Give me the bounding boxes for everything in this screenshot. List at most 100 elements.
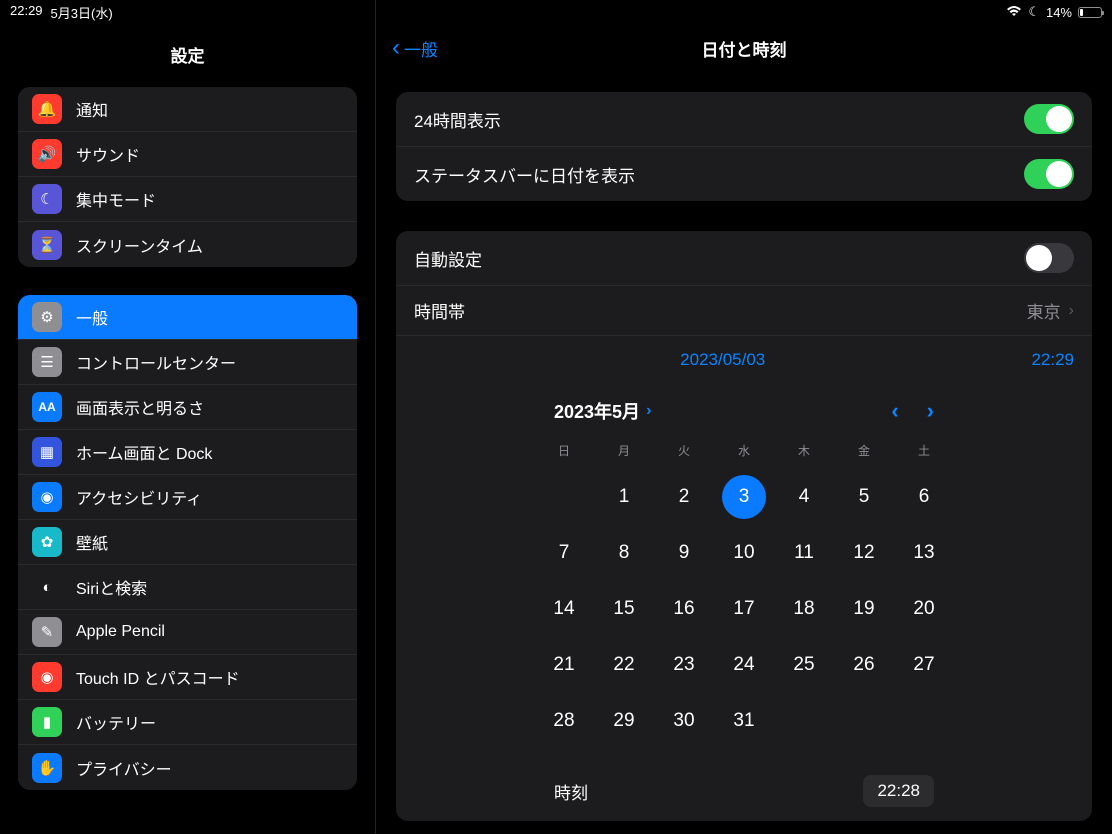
calendar-day[interactable]: 31 — [714, 693, 774, 749]
calendar-day[interactable]: 28 — [534, 693, 594, 749]
sidebar-item-siri[interactable]: ◐Siriと検索 — [18, 565, 357, 610]
month-label: 2023年5月 — [554, 398, 640, 424]
calendar-day[interactable]: 14 — [534, 581, 594, 637]
person-icon: ◉ — [32, 482, 62, 512]
calendar-day[interactable]: 24 — [714, 637, 774, 693]
sidebar-item-label: 画面表示と明るさ — [76, 395, 204, 419]
battery-icon: ▮ — [32, 707, 62, 737]
sidebar-item-screentime[interactable]: ⏳ スクリーンタイム — [18, 222, 357, 267]
calendar-day[interactable]: 20 — [894, 581, 954, 637]
calendar-day[interactable]: 6 — [894, 469, 954, 525]
sidebar-item-apple-pencil[interactable]: ✎Apple Pencil — [18, 610, 357, 655]
dnd-icon: ☾ — [1028, 4, 1040, 20]
calendar-day[interactable]: 8 — [594, 525, 654, 581]
main-body: 24時間表示 ステータスバーに日付を表示 自動設定 時間帯 東京 › 2023/… — [376, 72, 1112, 834]
selected-date[interactable]: 2023/05/03 — [414, 350, 1031, 370]
twenty-four-hour-toggle[interactable] — [1024, 104, 1074, 134]
status-time: 22:29 — [10, 3, 43, 22]
time-picker-button[interactable]: 22:28 — [863, 775, 934, 807]
calendar-day[interactable]: 16 — [654, 581, 714, 637]
sidebar-item-label: 一般 — [76, 305, 108, 329]
sidebar-item-wallpaper[interactable]: ✿壁紙 — [18, 520, 357, 565]
sidebar-item-label: 通知 — [76, 97, 108, 121]
sidebar-item-label: Apple Pencil — [76, 623, 165, 641]
calendar-grid: 日月火水木金土123456789101112131415161718192021… — [396, 438, 1092, 761]
grid-icon: ▦ — [32, 437, 62, 467]
AA-icon: AA — [32, 392, 62, 422]
calendar-day[interactable]: 9 — [654, 525, 714, 581]
selected-time[interactable]: 22:29 — [1031, 350, 1074, 370]
sidebar-item-label: スクリーンタイム — [76, 233, 203, 257]
sidebar-title: 設定 — [0, 24, 375, 87]
calendar-day[interactable]: 15 — [594, 581, 654, 637]
sidebar-item-sounds[interactable]: 🔊サウンド — [18, 132, 357, 177]
status-bar-date-toggle[interactable] — [1024, 159, 1074, 189]
main-header: ‹ 一般 日付と時刻 — [376, 24, 1112, 72]
sliders-icon: ☰ — [32, 347, 62, 377]
calendar-day[interactable]: 10 — [714, 525, 774, 581]
calendar-day[interactable]: 2 — [654, 469, 714, 525]
hourglass-icon: ⏳ — [32, 230, 62, 260]
calendar-day[interactable]: 26 — [834, 637, 894, 693]
sidebar-item-label: Touch ID とパスコード — [76, 665, 240, 689]
sidebar-item-privacy[interactable]: ✋ プライバシー — [18, 745, 357, 790]
calendar-day[interactable]: 11 — [774, 525, 834, 581]
status-bar-right: ☾ 14% — [376, 0, 1112, 24]
weekday-header: 土 — [894, 438, 954, 469]
speaker-icon: 🔊 — [32, 139, 62, 169]
status-date: 5月3日(水) — [51, 3, 113, 22]
timezone-row[interactable]: 時間帯 東京 › — [396, 286, 1092, 336]
sidebar-item-label: Siriと検索 — [76, 575, 147, 599]
sidebar-item-control-center[interactable]: ☰ コントロールセンター — [18, 340, 357, 385]
calendar-day[interactable]: 18 — [774, 581, 834, 637]
auto-set-row[interactable]: 自動設定 — [396, 231, 1092, 286]
status-bar-date-row[interactable]: ステータスバーに日付を表示 — [396, 147, 1092, 201]
weekday-header: 月 — [594, 438, 654, 469]
sidebar-item-battery[interactable]: ▮ バッテリー — [18, 700, 357, 745]
sidebar-item-focus[interactable]: ☾集中モード — [18, 177, 357, 222]
status-bar-date-label: ステータスバーに日付を表示 — [414, 162, 1024, 187]
sidebar-item-general[interactable]: ⚙一般 — [18, 295, 357, 340]
prev-month-button[interactable]: ‹ — [891, 398, 898, 424]
sidebar-item-label: コントロールセンター — [76, 350, 236, 374]
wifi-icon — [1006, 5, 1022, 20]
hand-icon: ✋ — [32, 753, 62, 783]
sidebar-item-notifications[interactable]: 🔔通知 — [18, 87, 357, 132]
sidebar-item-label: プライバシー — [76, 756, 172, 780]
twenty-four-hour-row[interactable]: 24時間表示 — [396, 92, 1092, 147]
calendar-day[interactable]: 5 — [834, 469, 894, 525]
calendar-day[interactable]: 7 — [534, 525, 594, 581]
calendar-day[interactable]: 23 — [654, 637, 714, 693]
back-label: 一般 — [404, 36, 438, 61]
calendar-day[interactable]: 21 — [534, 637, 594, 693]
calendar-day[interactable]: 25 — [774, 637, 834, 693]
sidebar-item-home-dock[interactable]: ▦ ホーム画面と Dock — [18, 430, 357, 475]
sidebar-item-label: バッテリー — [76, 710, 156, 734]
date-time-group: 自動設定 時間帯 東京 › 2023/05/03 22:29 2023年5月 ›… — [396, 231, 1092, 821]
sidebar-item-label: アクセシビリティ — [76, 485, 202, 509]
calendar-day[interactable]: 1 — [594, 469, 654, 525]
back-button[interactable]: ‹ 一般 — [392, 34, 438, 62]
auto-set-label: 自動設定 — [414, 246, 1024, 271]
sidebar-item-touch-id[interactable]: ◉Touch ID とパスコード — [18, 655, 357, 700]
calendar-day[interactable]: 13 — [894, 525, 954, 581]
calendar-day[interactable]: 3 — [714, 469, 774, 525]
calendar-day[interactable]: 17 — [714, 581, 774, 637]
sidebar-item-accessibility[interactable]: ◉ アクセシビリティ — [18, 475, 357, 520]
sidebar-item-label: ホーム画面と Dock — [76, 440, 212, 464]
calendar-day[interactable]: 29 — [594, 693, 654, 749]
calendar-day[interactable]: 27 — [894, 637, 954, 693]
calendar-day[interactable]: 19 — [834, 581, 894, 637]
calendar-day[interactable]: 22 — [594, 637, 654, 693]
main-panel: ☾ 14% ‹ 一般 日付と時刻 24時間表示 ステータスバーに日付を表示 自動… — [376, 0, 1112, 834]
timezone-value: 東京 — [1027, 298, 1061, 323]
calendar-day[interactable]: 12 — [834, 525, 894, 581]
next-month-button[interactable]: › — [927, 398, 934, 424]
sidebar-item-label: 壁紙 — [76, 530, 108, 554]
month-picker[interactable]: 2023年5月 › — [414, 398, 651, 424]
sidebar-item-display[interactable]: AA 画面表示と明るさ — [18, 385, 357, 430]
calendar-day[interactable]: 4 — [774, 469, 834, 525]
calendar-day[interactable]: 30 — [654, 693, 714, 749]
auto-set-toggle[interactable] — [1024, 243, 1074, 273]
weekday-header: 金 — [834, 438, 894, 469]
